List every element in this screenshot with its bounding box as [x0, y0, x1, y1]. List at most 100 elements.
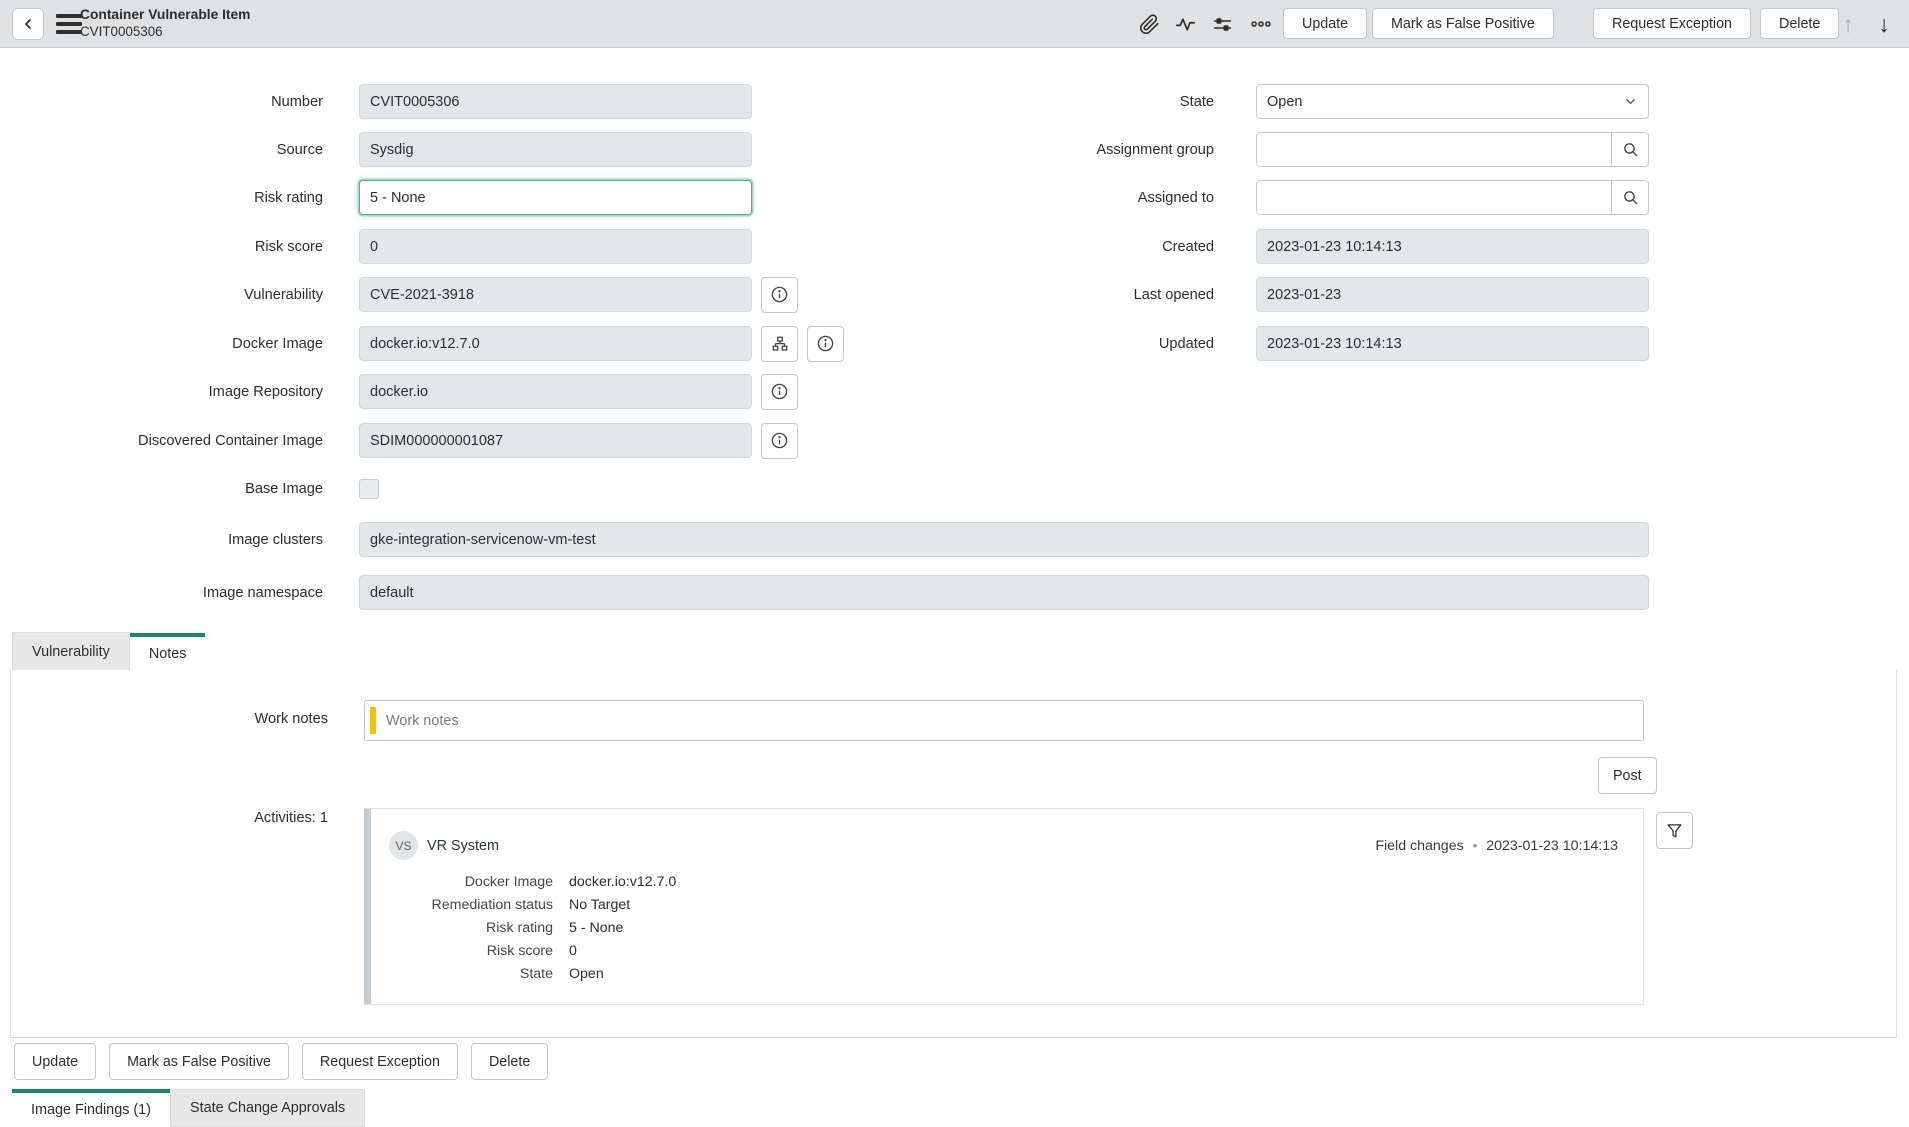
form-section-tabs: Vulnerability Notes	[10, 632, 1897, 671]
change-field: State	[364, 965, 553, 983]
discovered-container-image-field: SDIM000000001087	[359, 423, 752, 458]
field-label: Last opened	[891, 287, 1214, 303]
update-button-footer[interactable]: Update	[14, 1043, 96, 1080]
change-row: Remediation status No Target	[364, 896, 630, 914]
field-row-base-image: Base Image	[0, 479, 379, 499]
mark-false-positive-button-footer[interactable]: Mark as False Positive	[109, 1043, 289, 1080]
docker-image-dependency-button[interactable]	[761, 326, 798, 362]
mark-false-positive-button-header[interactable]: Mark as False Positive	[1372, 8, 1554, 39]
field-label: Docker Image	[0, 336, 323, 352]
footer-actions: Update Mark as False Positive Request Ex…	[14, 1043, 548, 1080]
work-notes-input[interactable]	[364, 700, 1644, 741]
field-row-docker-image: Docker Image docker.io:v12.7.0	[0, 326, 844, 361]
assignment-group-input[interactable]	[1257, 133, 1611, 166]
request-exception-button-header[interactable]: Request Exception	[1593, 8, 1751, 39]
activity-pulse-icon	[1175, 14, 1196, 35]
field-row-image-repository: Image Repository docker.io	[0, 374, 798, 409]
image-namespace-field: default	[359, 575, 1649, 610]
activity-event-type: Field changes	[1375, 838, 1463, 854]
field-label: Vulnerability	[0, 287, 323, 303]
info-icon	[770, 431, 789, 450]
tab-vulnerability[interactable]: Vulnerability	[12, 632, 130, 670]
field-label: Assigned to	[891, 190, 1214, 206]
update-button-header[interactable]: Update	[1283, 8, 1367, 39]
field-row-assigned-to: Assigned to	[891, 180, 1649, 215]
field-row-image-clusters: Image clusters gke-integration-serviceno…	[0, 522, 1649, 557]
activities-label: Activities: 1	[11, 810, 328, 826]
change-field: Risk score	[364, 942, 553, 960]
field-label: Discovered Container Image	[0, 433, 323, 449]
image-repository-preview-button[interactable]	[761, 374, 798, 410]
delete-button-footer[interactable]: Delete	[471, 1043, 548, 1080]
more-dots-icon	[1250, 13, 1272, 35]
info-icon	[770, 285, 789, 304]
change-field: Risk rating	[364, 919, 553, 937]
activity-timestamp: 2023-01-23 10:14:13	[1486, 838, 1618, 854]
hierarchy-icon	[771, 335, 789, 353]
last-opened-field: 2023-01-23	[1256, 277, 1649, 312]
risk-rating-field[interactable]: 5 - None	[359, 180, 752, 215]
discovered-container-image-preview-button[interactable]	[761, 423, 798, 459]
tab-notes[interactable]: Notes	[130, 633, 206, 671]
request-exception-button-footer[interactable]: Request Exception	[302, 1043, 458, 1080]
activity-entry: VS VR System Field changes • 2023-01-23 …	[364, 808, 1644, 1005]
field-row-discovered-container-image: Discovered Container Image SDIM000000001…	[0, 423, 798, 458]
form-header: Container Vulnerable Item CVIT0005306 Up…	[0, 0, 1909, 48]
menu-icon[interactable]	[56, 14, 82, 34]
attachment-button[interactable]	[1132, 8, 1166, 40]
field-row-source: Source Sysdig	[0, 132, 752, 167]
source-field: Sysdig	[359, 132, 752, 167]
work-notes-accent-bar	[370, 707, 376, 734]
chevron-left-icon	[20, 16, 36, 32]
risk-score-field: 0	[359, 229, 752, 264]
vulnerability-field: CVE-2021-3918	[359, 277, 752, 312]
work-notes-label: Work notes	[11, 711, 328, 727]
field-row-number: Number CVIT0005306	[0, 84, 752, 119]
assigned-to-lookup-button[interactable]	[1611, 181, 1648, 214]
field-label: Risk score	[0, 239, 323, 255]
delete-button-header[interactable]: Delete	[1760, 8, 1839, 39]
field-row-last-opened: Last opened 2023-01-23	[891, 277, 1649, 312]
image-repository-field: docker.io	[359, 374, 752, 409]
image-clusters-field: gke-integration-servicenow-vm-test	[359, 522, 1649, 557]
tab-image-findings[interactable]: Image Findings (1)	[12, 1089, 170, 1127]
change-value: No Target	[569, 896, 630, 914]
field-label: Image namespace	[0, 585, 323, 601]
activity-stream-button[interactable]	[1168, 8, 1202, 40]
more-options-button[interactable]	[1244, 8, 1278, 40]
previous-record-icon: ↑	[1832, 8, 1864, 40]
field-label: Source	[0, 142, 323, 158]
change-row: Risk rating 5 - None	[364, 919, 623, 937]
field-row-risk-rating: Risk rating 5 - None	[0, 180, 752, 215]
activity-filter-button[interactable]	[1656, 812, 1693, 849]
docker-image-preview-button[interactable]	[807, 326, 844, 362]
change-row: Docker Image docker.io:v12.7.0	[364, 873, 676, 891]
back-button[interactable]	[12, 8, 44, 40]
assigned-to-reference	[1256, 180, 1649, 215]
change-value: Open	[569, 965, 604, 983]
field-label: Image Repository	[0, 384, 323, 400]
assignment-group-lookup-button[interactable]	[1611, 133, 1648, 166]
sliders-icon	[1212, 14, 1233, 35]
field-label: State	[891, 94, 1214, 110]
title-block: Container Vulnerable Item CVIT0005306	[80, 6, 250, 40]
vulnerability-preview-button[interactable]	[761, 277, 798, 313]
personalize-form-button[interactable]	[1205, 8, 1239, 40]
field-label: Image clusters	[0, 532, 323, 548]
change-value: 0	[569, 942, 577, 960]
field-label: Updated	[891, 336, 1214, 352]
post-button[interactable]: Post	[1598, 757, 1657, 794]
tab-state-change-approvals[interactable]: State Change Approvals	[170, 1089, 365, 1127]
base-image-checkbox	[359, 479, 379, 499]
state-select[interactable]: Open	[1256, 84, 1649, 119]
assigned-to-input[interactable]	[1257, 181, 1611, 214]
info-icon	[770, 382, 789, 401]
field-row-state: State Open	[891, 84, 1649, 119]
change-field: Remediation status	[364, 896, 553, 914]
assignment-group-reference	[1256, 132, 1649, 167]
change-value: docker.io:v12.7.0	[569, 873, 676, 891]
work-notes-field-wrap	[364, 700, 1644, 741]
created-field: 2023-01-23 10:14:13	[1256, 229, 1649, 264]
next-record-icon[interactable]: ↓	[1868, 8, 1900, 40]
docker-image-field: docker.io:v12.7.0	[359, 326, 752, 361]
